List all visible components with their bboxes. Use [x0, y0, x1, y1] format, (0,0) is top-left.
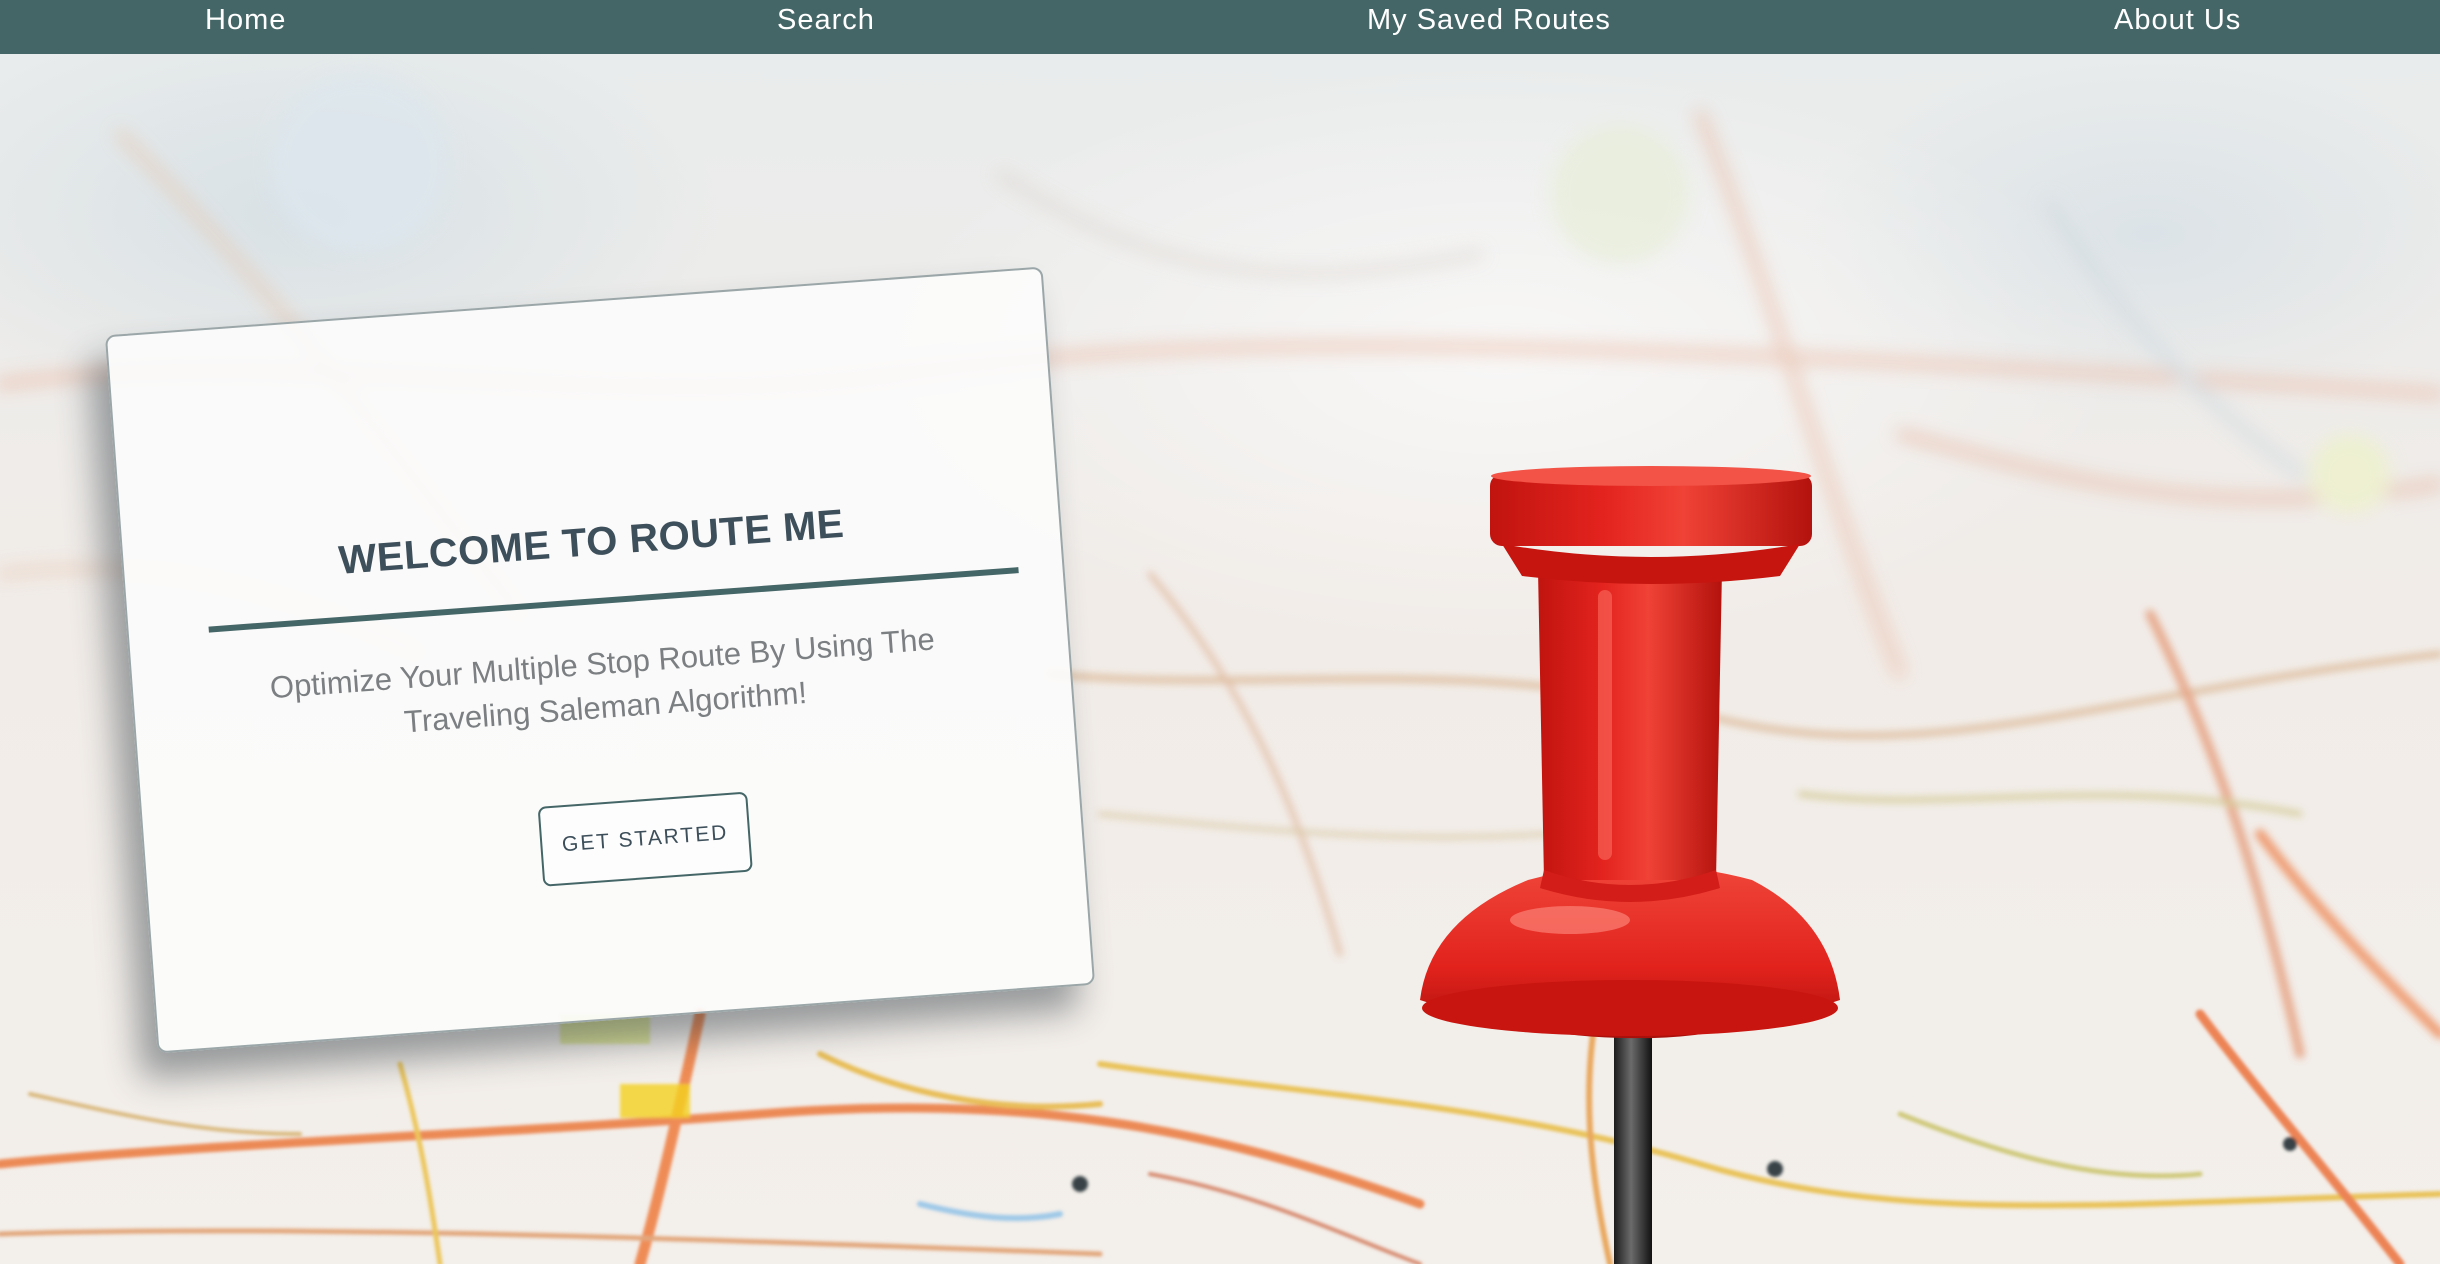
red-push-pin-image [1420, 466, 1840, 1264]
nav-about-us-link[interactable]: About Us [2114, 0, 2241, 40]
nav-saved-routes-link[interactable]: My Saved Routes [1367, 0, 1611, 40]
get-started-button[interactable]: GET STARTED [537, 791, 753, 887]
top-navbar: Home Search My Saved Routes About Us [0, 0, 2440, 54]
welcome-subtitle: Optimize Your Multiple Stop Route By Usi… [268, 621, 936, 740]
welcome-title: WELCOME TO ROUTE ME [337, 501, 846, 583]
nav-search-link[interactable]: Search [777, 0, 875, 40]
nav-home-link[interactable]: Home [205, 0, 286, 40]
welcome-card: WELCOME TO ROUTE ME Optimize Your Multip… [104, 266, 1096, 1054]
